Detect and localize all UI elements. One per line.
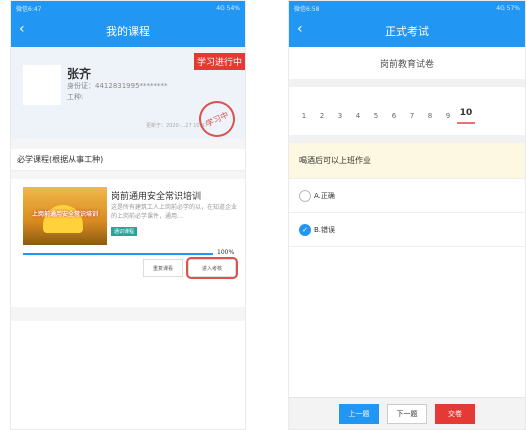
learning-stamp: 学习中 [193,95,241,143]
back-icon[interactable]: ‹ [297,21,303,37]
question-number[interactable]: 5 [367,112,385,120]
status-bar: 微信6:58 4G 57% [289,1,525,15]
app-bar: ‹ 正式考试 [289,15,525,47]
question-number[interactable]: 2 [313,112,331,120]
avatar [23,65,61,105]
question-number[interactable]: 6 [385,112,403,120]
section-title: 必学课程(根据从事工种) [11,149,245,171]
user-name: 张齐 [67,67,92,81]
status-badge: 学习进行中 [193,53,245,70]
question-number[interactable]: 8 [421,112,439,120]
course-title[interactable]: 岗前通用安全常识培训 [111,189,201,202]
status-time: 微信6:58 [294,5,320,13]
status-time: 微信6:47 [16,5,42,13]
progress-fill [23,253,213,255]
back-icon[interactable]: ‹ [19,21,25,37]
next-question-button[interactable]: 下一题 [387,403,427,424]
question-number[interactable]: 9 [439,112,457,120]
radio-checked-icon[interactable]: ✓ [299,223,311,236]
empty-area [11,321,245,429]
option-b[interactable]: ✓ B.错误 [289,213,525,247]
exam-paper-title: 岗前教育试卷 [289,47,525,87]
question-number[interactable]: 7 [403,112,421,120]
course-description: 这是所有建筑工人上岗前必学的以，在知道企业的上岗前必学课件，通用… [111,204,238,220]
job-type: 工种: [67,93,84,101]
option-a[interactable]: A.正确 [289,179,525,213]
radio-unchecked-icon[interactable] [299,189,311,202]
progress-bar [23,253,213,255]
question-navigator: 1 2 3 4 5 6 7 8 9 10 [289,97,525,143]
question-number[interactable]: 3 [331,112,349,120]
course-tag: 通识课程 [111,227,138,236]
submit-exam-button[interactable]: 交卷 [435,403,475,424]
question-text: 喝酒后可以上班作业 [289,143,525,179]
question-number[interactable]: 10 [457,108,475,124]
thumbnail-text: 上岗前通用安全常识培训 [31,211,98,218]
enter-exam-button[interactable]: 进入考核 [188,259,236,277]
page-title: 我的课程 [106,25,150,38]
question-number[interactable]: 1 [295,112,313,120]
page-title: 正式考试 [385,25,429,38]
phone-exam: 微信6:58 4G 57% ‹ 正式考试 岗前教育试卷 1 2 3 4 5 6 7 8 9 10 … [288,0,526,430]
option-label: A.正确 [314,191,335,200]
id-number: 身份证：4412831995******** [67,82,168,90]
exam-footer: 上一题 下一题 交卷 [289,397,525,429]
course-thumbnail[interactable]: 上岗前通用安全常识培训 [23,187,107,245]
question-number[interactable]: 4 [349,112,367,120]
course-card[interactable]: 上岗前通用安全常识培训 岗前通用安全常识培训 这是所有建筑工人上岗前必学的以，在… [11,179,245,307]
app-bar: ‹ 我的课程 [11,15,245,47]
phone-my-courses: 微信6:47 4G 54% ‹ 我的课程 张齐 身份证：4412831995**… [10,0,246,430]
progress-text: 100% [217,249,235,256]
prev-question-button[interactable]: 上一题 [339,403,379,424]
status-battery: 4G 54% [216,4,240,12]
status-battery: 4G 57% [496,4,520,12]
profile-card: 张齐 身份证：4412831995******** 工种: 更新于：2020-.… [11,47,245,143]
retake-button[interactable]: 重复课看 [143,259,183,277]
status-bar: 微信6:47 4G 54% [11,1,245,15]
option-label: B.错误 [314,225,336,234]
